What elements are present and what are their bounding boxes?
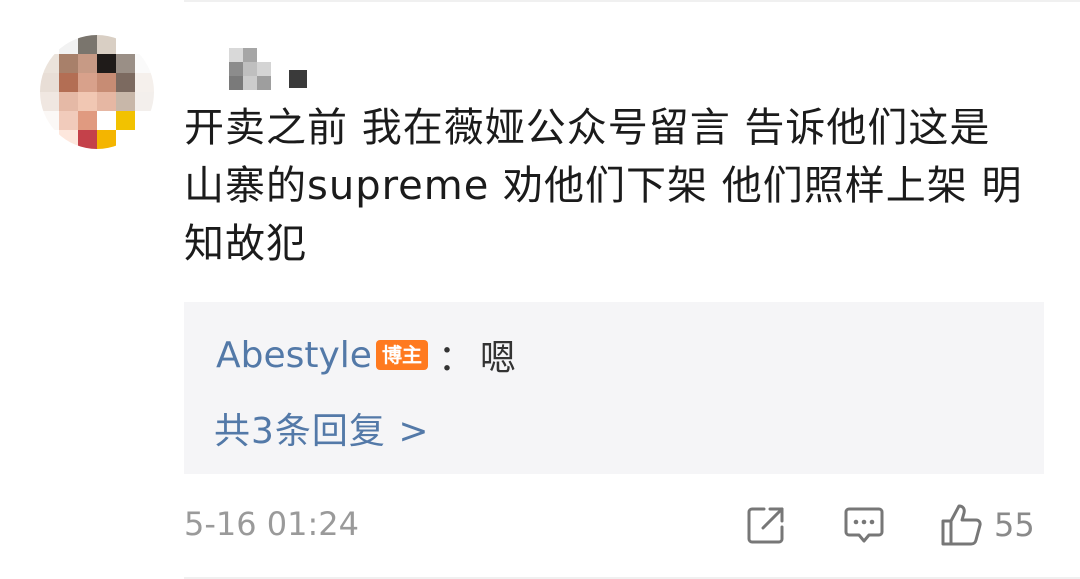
view-all-replies-link[interactable]: 共3条回复 > xyxy=(214,402,430,454)
author-badge: 博主 xyxy=(375,340,428,370)
comment-card: 开卖之前 我在薇娅公众号留言 告诉他们这是山寨的supreme 劝他们下架 他们… xyxy=(0,0,1080,579)
reply-item: Abestyle 博主 ： 嗯 xyxy=(216,330,516,380)
username-redacted[interactable] xyxy=(229,48,319,92)
share-button[interactable] xyxy=(744,500,788,550)
comment-icon xyxy=(842,503,886,547)
reply-separator: ： xyxy=(437,338,474,379)
reply-preview[interactable]: Abestyle 博主 ： 嗯 共3条回复 > xyxy=(184,302,1044,474)
avatar[interactable] xyxy=(40,35,154,149)
like-count: 55 xyxy=(994,506,1035,544)
reply-content: 嗯 xyxy=(479,338,516,379)
thumbs-up-icon xyxy=(938,501,986,549)
comment-text: 开卖之前 我在薇娅公众号留言 告诉他们这是山寨的supreme 劝他们下架 他们… xyxy=(184,105,1023,267)
reply-author[interactable]: Abestyle xyxy=(216,335,372,376)
reply-button[interactable] xyxy=(842,500,886,550)
like-button[interactable]: 55 xyxy=(938,500,1035,550)
top-divider xyxy=(184,0,1080,2)
comment-timestamp: 5-16 01:24 xyxy=(184,505,360,543)
share-icon xyxy=(744,503,788,547)
